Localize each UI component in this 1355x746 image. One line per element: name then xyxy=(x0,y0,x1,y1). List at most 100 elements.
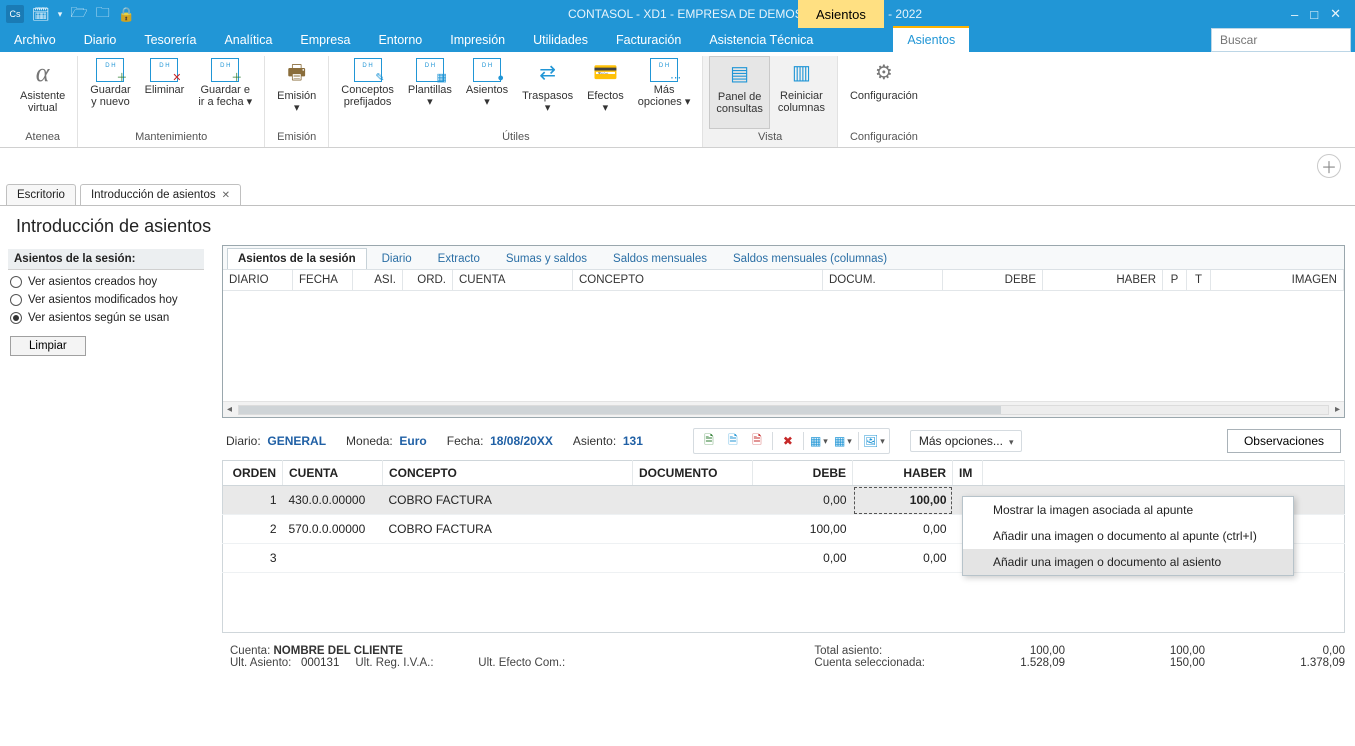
efectos-button[interactable]: 💳 Efectos ▾ xyxy=(581,56,630,129)
radio-modificados-hoy[interactable]: Ver asientos modificados hoy xyxy=(10,294,202,306)
col-header[interactable]: CUENTA xyxy=(453,270,573,291)
col-header[interactable]: P xyxy=(1163,270,1187,291)
limpiar-button[interactable]: Limpiar xyxy=(10,336,86,356)
calendar-icon[interactable]: 🗓 xyxy=(32,6,50,23)
maximize-button[interactable]: □ xyxy=(1310,7,1318,22)
col-header[interactable]: DOCUMENTO xyxy=(633,461,753,486)
menu-asientos[interactable]: Asientos xyxy=(893,26,969,52)
asiento-value[interactable]: 131 xyxy=(623,434,643,448)
menu-diario[interactable]: Diario xyxy=(70,28,131,52)
close-icon[interactable]: ✕ xyxy=(222,190,230,201)
col-header[interactable]: CONCEPTO xyxy=(383,461,633,486)
col-header[interactable]: T xyxy=(1187,270,1211,291)
col-header[interactable]: FECHA xyxy=(293,270,353,291)
image-menu-icon[interactable]: 🖼 xyxy=(865,432,883,450)
close-button[interactable]: ✕ xyxy=(1330,6,1341,22)
ctx-add-image-apunte[interactable]: Añadir una imagen o documento al apunte … xyxy=(963,523,1293,549)
traspasos-button[interactable]: ⇄ Traspasos ▾ xyxy=(516,56,579,129)
more-options-dropdown[interactable]: Más opciones... xyxy=(910,430,1023,452)
menu-tesoreria[interactable]: Tesorería xyxy=(130,28,210,52)
radio-creados-hoy[interactable]: Ver asientos creados hoy xyxy=(10,276,202,288)
rbtn-label: ▾ xyxy=(484,96,490,108)
col-header[interactable]: HABER xyxy=(853,461,953,486)
configuracion-button[interactable]: ⚙ Configuración xyxy=(844,56,924,129)
rbtn-label: Guardar xyxy=(90,84,130,96)
folder-icon[interactable]: 🗀 xyxy=(96,2,110,26)
col-header[interactable]: CONCEPTO xyxy=(573,270,823,291)
plantillas-button[interactable]: ▦ Plantillas ▾ xyxy=(402,56,458,129)
observaciones-button[interactable]: Observaciones xyxy=(1227,429,1341,453)
window-controls: – □ ✕ xyxy=(1283,0,1349,28)
col-header[interactable]: ORD. xyxy=(403,270,453,291)
menu-impresion[interactable]: Impresión xyxy=(436,28,519,52)
rbtn-label: virtual xyxy=(28,102,57,114)
col-header[interactable]: IM xyxy=(953,461,983,486)
scroll-thumb[interactable] xyxy=(239,406,1001,414)
col-header[interactable]: ORDEN xyxy=(223,461,283,486)
row-delete-icon[interactable]: ✖ xyxy=(779,432,797,450)
conceptos-prefijados-button[interactable]: ✎ Conceptos prefijados xyxy=(335,56,400,129)
ribbon-group-label: Configuración xyxy=(850,129,918,147)
asistente-virtual-button[interactable]: α Asistente virtual xyxy=(14,56,71,129)
dropdown-icon[interactable]: ▾ xyxy=(58,9,63,20)
col-header[interactable]: IMAGEN xyxy=(1211,270,1344,291)
add-tab-button[interactable]: ＋ xyxy=(1317,154,1341,178)
reiniciar-columnas-button[interactable]: ▥ Reiniciar columnas xyxy=(772,56,831,129)
itab-smenscol[interactable]: Saldos mensuales (columnas) xyxy=(722,248,898,269)
doc-icon[interactable]: 🗎 xyxy=(724,432,742,450)
rbtn-label: ▾ xyxy=(427,96,433,108)
menu-entorno[interactable]: Entorno xyxy=(364,28,436,52)
cell-haber-selected[interactable]: 100,00 xyxy=(853,486,953,515)
dh-template-icon: ▦ xyxy=(416,58,444,82)
radio-segun-usan[interactable]: Ver asientos según se usan xyxy=(10,312,202,324)
mas-opciones-button[interactable]: ⋯ Más opciones ▾ xyxy=(632,56,697,129)
tab-introduccion-asientos[interactable]: Introducción de asientos ✕ xyxy=(80,184,241,205)
menu-empresa[interactable]: Empresa xyxy=(286,28,364,52)
emision-button[interactable]: 🖶 Emisión ▾ xyxy=(271,56,322,129)
fecha-value[interactable]: 18/08/20XX xyxy=(490,434,553,448)
itab-sesion[interactable]: Asientos de la sesión xyxy=(227,248,367,269)
menu-facturacion[interactable]: Facturación xyxy=(602,28,695,52)
minimize-button[interactable]: – xyxy=(1291,7,1298,22)
horizontal-scrollbar[interactable]: ◂ ▸ xyxy=(223,401,1344,417)
ctx-show-image[interactable]: Mostrar la imagen asociada al apunte xyxy=(963,497,1293,523)
doc-remove-icon[interactable]: 🗎 xyxy=(748,432,766,450)
ctx-add-image-asiento[interactable]: Añadir una imagen o documento al asiento xyxy=(963,549,1293,575)
search-input[interactable] xyxy=(1218,32,1344,48)
guardar-ir-fecha-button[interactable]: ＋ Guardar e ir a fecha ▾ xyxy=(192,56,258,129)
panel-consultas-button[interactable]: ▤ Panel de consultas xyxy=(709,56,769,129)
col-header[interactable]: ASI. xyxy=(353,270,403,291)
itab-extracto[interactable]: Extracto xyxy=(427,248,491,269)
menu-utilidades[interactable]: Utilidades xyxy=(519,28,602,52)
asientos-button[interactable]: ● Asientos ▾ xyxy=(460,56,514,129)
itab-smensual[interactable]: Saldos mensuales xyxy=(602,248,718,269)
scroll-track[interactable] xyxy=(238,405,1329,415)
folder-open-icon[interactable]: 🗁 xyxy=(70,2,87,26)
search-box[interactable] xyxy=(1211,28,1351,52)
col-header[interactable]: DIARIO xyxy=(223,270,293,291)
col-header[interactable]: HABER xyxy=(1043,270,1163,291)
moneda-value[interactable]: Euro xyxy=(399,434,426,448)
scroll-left-icon[interactable]: ◂ xyxy=(227,404,232,415)
scroll-right-icon[interactable]: ▸ xyxy=(1335,404,1340,415)
eliminar-button[interactable]: ✕ Eliminar xyxy=(139,56,191,129)
itab-diario[interactable]: Diario xyxy=(371,248,423,269)
menu-archivo[interactable]: Archivo xyxy=(0,28,70,52)
session-grid-body[interactable] xyxy=(223,291,1344,401)
grid1-icon[interactable]: ▦ xyxy=(810,432,828,450)
tab-escritorio[interactable]: Escritorio xyxy=(6,184,76,205)
side-panel-header: Asientos de la sesión: xyxy=(8,249,204,270)
col-header[interactable]: CUENTA xyxy=(283,461,383,486)
context-tab-asientos[interactable]: Asientos xyxy=(798,0,884,28)
col-header[interactable]: DEBE xyxy=(943,270,1043,291)
menu-asistencia[interactable]: Asistencia Técnica xyxy=(695,28,827,52)
lock-icon[interactable]: 🔒 xyxy=(118,6,135,23)
doc-add-icon[interactable]: 🗎 xyxy=(700,432,718,450)
menu-analitica[interactable]: Analítica xyxy=(210,28,286,52)
guardar-y-nuevo-button[interactable]: ＋ Guardar y nuevo xyxy=(84,56,136,129)
diario-value[interactable]: GENERAL xyxy=(267,434,326,448)
col-header[interactable]: DEBE xyxy=(753,461,853,486)
grid2-icon[interactable]: ▦ xyxy=(834,432,852,450)
col-header[interactable]: DOCUM. xyxy=(823,270,943,291)
itab-sumas[interactable]: Sumas y saldos xyxy=(495,248,598,269)
